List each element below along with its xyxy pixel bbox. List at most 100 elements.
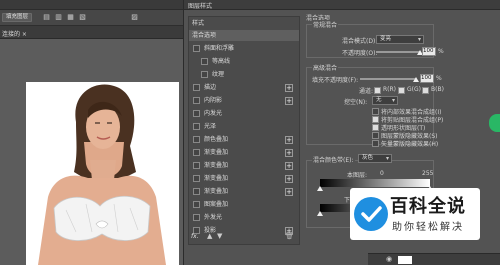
option-checkbox[interactable] (372, 124, 379, 131)
style-checkbox[interactable] (193, 84, 200, 91)
fx-icon[interactable]: fx. (191, 233, 199, 240)
style-item-inner-shadow[interactable]: 内阴影 + (189, 95, 299, 106)
style-checkbox[interactable] (193, 136, 200, 143)
add-style-icon[interactable]: + (285, 162, 293, 170)
style-item-outer-glow[interactable]: 外发光 (189, 212, 299, 223)
style-item-gradient-overlay[interactable]: 渐变叠加 + (189, 173, 299, 184)
channel-r-label: R(R) (383, 86, 397, 93)
watermark-badge: 百科全说 助你轻松解决 (350, 188, 480, 240)
channel-g-checkbox[interactable] (398, 87, 405, 94)
arrange-icon[interactable]: ▨ (130, 13, 139, 22)
style-checkbox[interactable] (193, 149, 200, 156)
style-item-label: 斜面和浮雕 (204, 45, 235, 52)
add-style-icon[interactable]: + (285, 149, 293, 157)
add-style-icon[interactable]: + (285, 175, 293, 183)
eye-icon[interactable]: ◉ (386, 255, 392, 263)
align-icon[interactable]: ▤ (42, 13, 51, 22)
fill-opacity-input[interactable]: 100 (420, 74, 434, 83)
style-item-label: 等高线 (212, 58, 231, 65)
move-down-icon[interactable]: ▼ (217, 232, 222, 240)
style-item-stroke[interactable]: 描边 + (189, 82, 299, 93)
layers-icon[interactable]: ▧ (78, 13, 87, 22)
style-checkbox[interactable] (193, 97, 200, 104)
opacity-label: 不透明度(O): (342, 50, 378, 57)
option-checkbox[interactable] (372, 116, 379, 123)
style-checkbox[interactable] (193, 162, 200, 169)
option-checkbox[interactable] (372, 108, 379, 115)
add-style-icon[interactable]: + (285, 136, 293, 144)
watermark-logo (354, 197, 388, 231)
styles-header[interactable]: 样式 (189, 18, 299, 29)
style-item-label: 外发光 (204, 214, 223, 221)
opacity-slider[interactable] (376, 51, 420, 53)
this-layer-max: 255 (422, 170, 434, 177)
layer-thumbnail[interactable] (398, 256, 412, 264)
option-checkbox[interactable] (372, 140, 379, 147)
style-item-label: 渐变叠加 (204, 188, 229, 195)
opacity-input[interactable]: 100 (422, 47, 436, 56)
watermark-title: 百科全说 (390, 196, 466, 217)
style-checkbox[interactable] (193, 110, 200, 117)
blend-mode-select[interactable]: 变亮 (376, 35, 424, 44)
style-item-gradient-overlay[interactable]: 渐变叠加 + (189, 147, 299, 158)
style-item-gradient-overlay[interactable]: 渐变叠加 + (189, 160, 299, 171)
general-blending-title: 常规混合 (312, 20, 339, 29)
option-label: 矢量蒙版隐藏效果(H) (381, 141, 439, 148)
trash-icon[interactable]: 🗑 (285, 232, 294, 240)
blend-options-item[interactable]: 混合选项 (189, 30, 299, 41)
under-layer-black-thumb[interactable] (317, 211, 323, 216)
style-list: 样式 混合选项 斜面和浮雕 等高线 纹理 描边 + 内阴影 + 内发光 光泽 颜… (188, 16, 300, 245)
side-panel-tab[interactable] (489, 114, 500, 132)
style-checkbox[interactable] (193, 201, 200, 208)
move-up-icon[interactable]: ▲ (207, 232, 212, 240)
channel-g-label: G(G) (407, 86, 421, 93)
checkmark-icon (355, 198, 387, 230)
this-layer-black-thumb[interactable] (317, 186, 323, 191)
fill-layer-button[interactable]: 填充图层 (2, 13, 33, 22)
option-checkbox[interactable] (372, 132, 379, 139)
style-item-satin[interactable]: 光泽 (189, 121, 299, 132)
style-item-bevel[interactable]: 斜面和浮雕 (189, 43, 299, 54)
add-style-icon[interactable]: + (285, 97, 293, 105)
style-checkbox[interactable] (193, 188, 200, 195)
add-style-icon[interactable]: + (285, 188, 293, 196)
style-item-label: 渐变叠加 (204, 149, 229, 156)
advanced-blending-title: 高级混合 (312, 63, 339, 72)
add-style-icon[interactable]: + (285, 84, 293, 92)
dialog-title: 图层样式 (188, 3, 213, 10)
fill-opacity-percent: % (436, 75, 442, 82)
distribute-icon[interactable]: ▥ (54, 13, 63, 22)
style-checkbox[interactable] (193, 175, 200, 182)
style-item-color-overlay[interactable]: 颜色叠加 + (189, 134, 299, 145)
fill-opacity-slider-thumb[interactable] (413, 77, 419, 82)
channel-r-checkbox[interactable] (374, 87, 381, 94)
style-item-label: 内阴影 (204, 97, 223, 104)
this-layer-gradient[interactable] (320, 179, 430, 187)
fill-opacity-slider[interactable] (360, 78, 416, 80)
channels-label: 通道: (359, 88, 374, 95)
style-item-label: 纹理 (212, 71, 225, 78)
style-item-contour[interactable]: 等高线 (189, 56, 299, 67)
grid-icon[interactable]: ▦ (66, 13, 75, 22)
style-item-label: 颜色叠加 (204, 136, 229, 143)
style-item-label: 描边 (204, 84, 217, 91)
document-canvas[interactable] (26, 82, 179, 265)
photo-woman-in-bikini (26, 82, 179, 265)
style-checkbox[interactable] (193, 214, 200, 221)
blend-if-select[interactable]: 灰色 (358, 154, 392, 163)
style-item-inner-glow[interactable]: 内发光 (189, 108, 299, 119)
style-item-texture[interactable]: 纹理 (189, 69, 299, 80)
channel-b-label: B(B) (431, 86, 444, 93)
style-item-gradient-overlay[interactable]: 渐变叠加 + (189, 186, 299, 197)
style-checkbox[interactable] (193, 45, 200, 52)
style-item-pattern-overlay[interactable]: 图案叠加 (189, 199, 299, 210)
style-checkbox[interactable] (193, 123, 200, 130)
this-layer-label: 本图层: (347, 172, 368, 179)
knockout-select[interactable]: 无 (372, 96, 398, 105)
document-tab[interactable]: 连接的 × (0, 26, 185, 39)
style-checkbox[interactable] (201, 71, 208, 78)
style-checkbox[interactable] (201, 58, 208, 65)
dialog-titlebar[interactable]: 图层样式 (184, 0, 500, 10)
channel-b-checkbox[interactable] (422, 87, 429, 94)
layers-panel-strip: ◉ (368, 253, 500, 265)
